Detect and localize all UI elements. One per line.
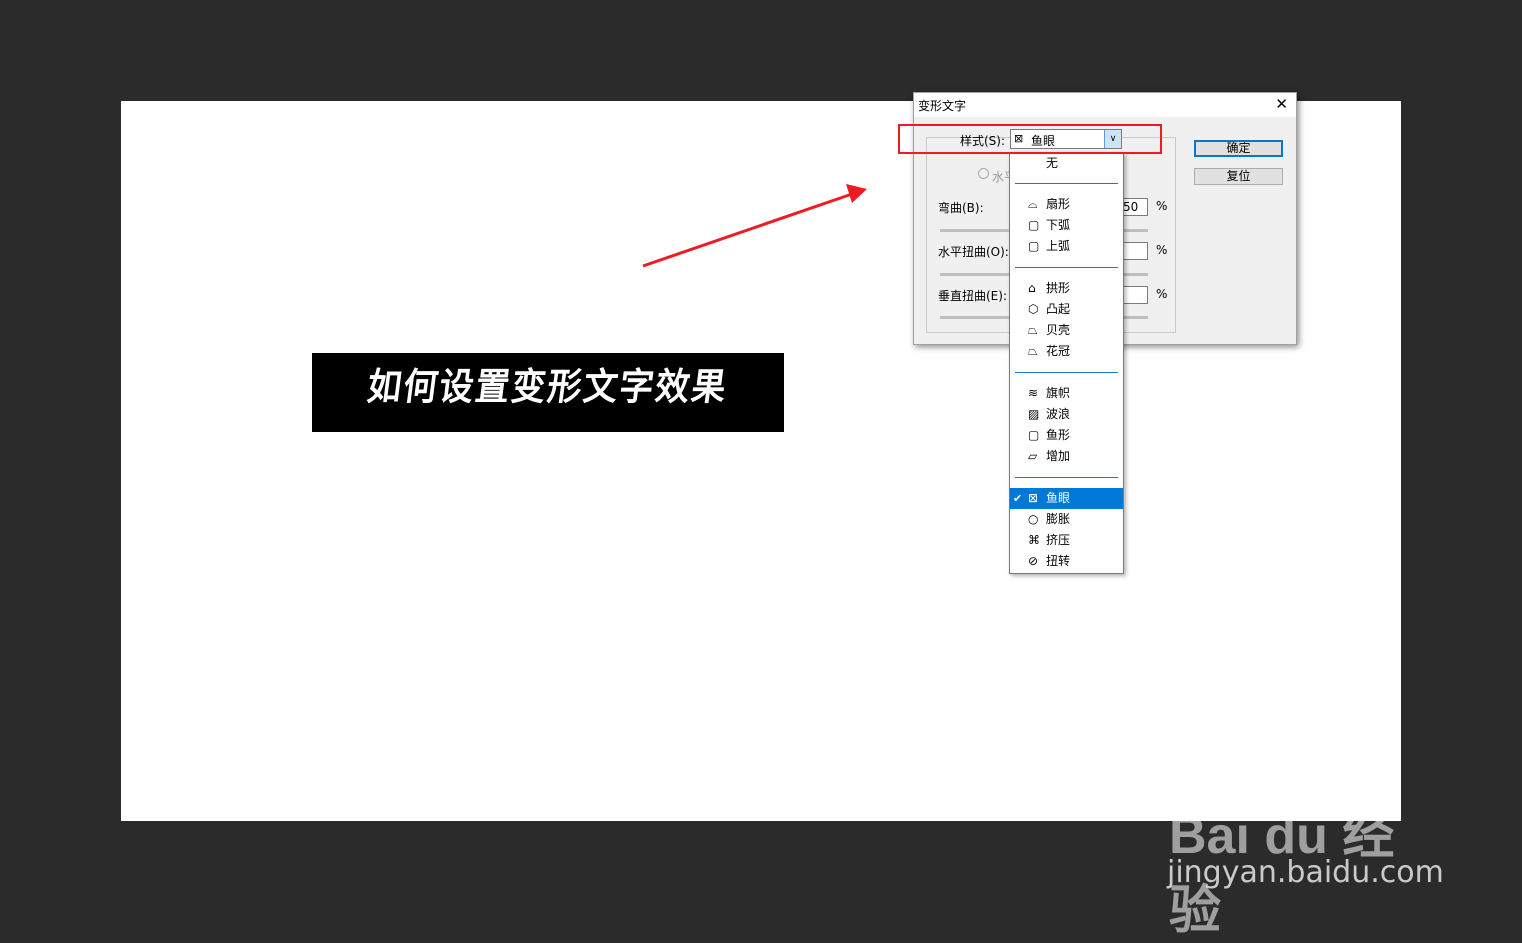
horizontal-distortion-label: 水平扭曲(O): (938, 245, 1009, 259)
vertical-distortion-input[interactable] (1120, 286, 1148, 304)
arc-upper-icon: ▢ (1028, 239, 1040, 253)
dropdown-item-label: 增加 (1046, 449, 1071, 463)
dropdown-item-arc-lower[interactable]: ▢ 下弧 (1010, 215, 1123, 236)
dropdown-separator (1015, 372, 1118, 373)
vertical-distortion-label: 垂直扭曲(E): (938, 289, 1007, 303)
shell-lower-icon: ⏢ (1028, 323, 1038, 337)
style-dropdown-list: 无 ⌓ 扇形 ▢ 下弧 ▢ 上弧 ⌂ 拱形 ⬡ 凸起 ⏢ 贝壳 ⏢ 花冠 ≋ 旗… (1009, 152, 1124, 574)
dropdown-item-label: 花冠 (1046, 344, 1071, 358)
dropdown-item-shell-lower[interactable]: ⏢ 贝壳 (1010, 320, 1123, 341)
dropdown-item-label: 无 (1046, 156, 1059, 170)
arc-icon: ⌓ (1028, 197, 1038, 211)
dropdown-item-label: 凸起 (1046, 302, 1071, 316)
dropdown-separator (1015, 183, 1118, 184)
reset-button[interactable]: 复位 (1194, 168, 1283, 185)
horizontal-distortion-input[interactable] (1120, 242, 1148, 260)
dropdown-item-label: 鱼眼 (1046, 491, 1071, 505)
dropdown-item-flag[interactable]: ≋ 旗帜 (1010, 383, 1123, 404)
dropdown-item-rise[interactable]: ⏥ 增加 (1010, 446, 1123, 467)
twist-icon: ⊘ (1028, 554, 1039, 568)
dropdown-item-label: 旗帜 (1046, 386, 1071, 400)
dropdown-item-bulge[interactable]: ⬡ 凸起 (1010, 299, 1123, 320)
dropdown-item-label: 上弧 (1046, 239, 1071, 253)
close-icon[interactable]: ✕ (1275, 95, 1288, 113)
rise-icon: ⏥ (1028, 449, 1038, 463)
dropdown-item-wave[interactable]: ▨ 波浪 (1010, 404, 1123, 425)
dropdown-item-label: 拱形 (1046, 281, 1071, 295)
dropdown-item-label: 鱼形 (1046, 428, 1071, 442)
dropdown-item-none[interactable]: 无 (1010, 153, 1123, 174)
arc-lower-icon: ▢ (1028, 218, 1040, 232)
dialog-title: 变形文字 (918, 99, 967, 113)
dropdown-item-shell-upper[interactable]: ⏢ 花冠 (1010, 341, 1123, 362)
bend-percent: % (1156, 199, 1168, 213)
dialog-titlebar[interactable]: 变形文字 ✕ (914, 93, 1296, 117)
dropdown-item-label: 扭转 (1046, 554, 1071, 568)
fisheye-icon: ⊠ (1028, 491, 1039, 505)
dropdown-item-twist[interactable]: ⊘ 扭转 (1010, 551, 1123, 572)
vertical-distortion-percent: % (1156, 287, 1168, 301)
flag-icon: ≋ (1028, 386, 1039, 400)
dropdown-separator (1015, 267, 1118, 268)
dropdown-separator (1015, 477, 1118, 478)
dropdown-item-arc[interactable]: ⌓ 扇形 (1010, 194, 1123, 215)
checkmark-icon: ✔ (1013, 492, 1023, 505)
bend-label: 弯曲(B): (938, 201, 984, 215)
fish-icon: ▢ (1028, 428, 1040, 442)
shell-upper-icon: ⏢ (1028, 344, 1038, 358)
dropdown-item-squeeze[interactable]: ⌘ 挤压 (1010, 530, 1123, 551)
horizontal-radio[interactable] (978, 168, 989, 179)
baidu-jingyan-watermark: Bai du 经验 jingyan.baidu.com (1165, 755, 1445, 940)
red-highlight-box (898, 124, 1162, 154)
dropdown-item-arch[interactable]: ⌂ 拱形 (1010, 278, 1123, 299)
ok-button[interactable]: 确定 (1194, 140, 1283, 157)
dropdown-item-label: 波浪 (1046, 407, 1071, 421)
watermark-url: jingyan.baidu.com (1167, 855, 1444, 890)
squeeze-icon: ⌘ (1028, 533, 1040, 547)
dropdown-item-label: 挤压 (1046, 533, 1071, 547)
dropdown-item-fish[interactable]: ▢ 鱼形 (1010, 425, 1123, 446)
inflate-icon: ○ (1028, 512, 1039, 526)
dropdown-item-label: 膨胀 (1046, 512, 1071, 526)
dropdown-item-fisheye[interactable]: ✔ ⊠ 鱼眼 (1010, 488, 1123, 509)
arch-icon: ⌂ (1028, 281, 1036, 295)
dropdown-item-label: 扇形 (1046, 197, 1071, 211)
dropdown-item-arc-upper[interactable]: ▢ 上弧 (1010, 236, 1123, 257)
dropdown-item-label: 下弧 (1046, 218, 1071, 232)
bend-input[interactable]: 50 (1120, 198, 1148, 216)
horizontal-distortion-percent: % (1156, 243, 1168, 257)
dropdown-item-inflate[interactable]: ○ 膨胀 (1010, 509, 1123, 530)
bulge-icon: ⬡ (1028, 302, 1039, 316)
wave-icon: ▨ (1028, 407, 1040, 421)
dropdown-item-label: 贝壳 (1046, 323, 1071, 337)
